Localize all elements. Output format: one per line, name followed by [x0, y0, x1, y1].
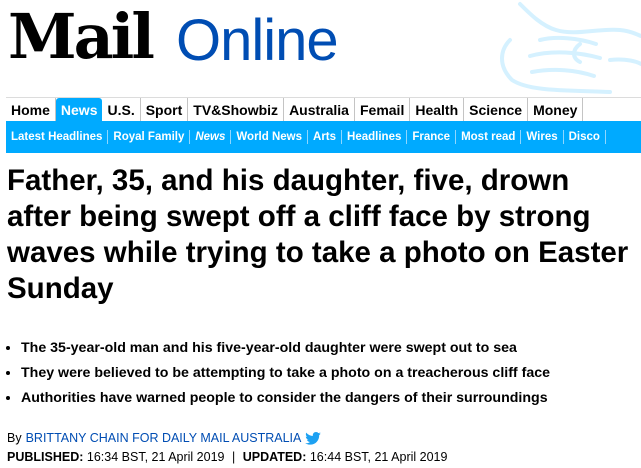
logo-online[interactable]: Online [176, 6, 339, 76]
article-summary-list: The 35-year-old man and his five-year-ol… [6, 335, 641, 410]
bullet-dot-icon [6, 370, 10, 375]
secondary-nav: Latest Headlines Royal Family News World… [6, 121, 641, 153]
nav-australia[interactable]: Australia [284, 98, 355, 122]
updated-label: UPDATED: [242, 450, 307, 464]
summary-bullet-text: The 35-year-old man and his five-year-ol… [21, 339, 517, 356]
summary-bullet: Authorities have warned people to consid… [6, 385, 641, 410]
subnav-headlines[interactable]: Headlines [342, 130, 408, 144]
summary-bullet: The 35-year-old man and his five-year-ol… [6, 335, 641, 360]
subnav-latest-headlines[interactable]: Latest Headlines [6, 130, 109, 144]
primary-nav: Home News U.S. Sport TV&Showbiz Australi… [6, 97, 641, 122]
date-separator: | [231, 450, 236, 464]
subnav-arts[interactable]: Arts [308, 130, 343, 144]
byline: By BRITTANY CHAIN FOR DAILY MAIL AUSTRAL… [7, 431, 322, 445]
updated-date: 16:44 BST, 21 April 2019 [309, 450, 448, 464]
nav-science[interactable]: Science [464, 98, 529, 122]
subnav-world-news[interactable]: World News [231, 130, 309, 144]
twitter-icon[interactable] [305, 431, 322, 445]
masthead: Mail Online [0, 0, 641, 96]
subnav-most-read[interactable]: Most read [456, 130, 522, 144]
nav-us[interactable]: U.S. [102, 98, 141, 122]
summary-bullet-text: Authorities have warned people to consid… [21, 389, 548, 406]
subnav-news[interactable]: News [190, 130, 232, 144]
published-label: PUBLISHED: [7, 450, 84, 464]
pointing-hand-icon [500, 2, 641, 94]
subnav-disco[interactable]: Disco [564, 130, 606, 144]
subnav-royal-family[interactable]: Royal Family [108, 130, 191, 144]
subnav-wires[interactable]: Wires [521, 130, 564, 144]
nav-tv-showbiz[interactable]: TV&Showbiz [188, 98, 285, 122]
nav-news[interactable]: News [55, 98, 103, 122]
subnav-france[interactable]: France [407, 130, 457, 144]
nav-money[interactable]: Money [528, 98, 584, 122]
nav-health[interactable]: Health [410, 98, 465, 122]
byline-prefix: By [7, 431, 22, 445]
published-date: 16:34 BST, 21 April 2019 [86, 450, 225, 464]
summary-bullet: They were believed to be attempting to t… [6, 360, 641, 385]
bullet-dot-icon [6, 395, 10, 400]
nav-femail[interactable]: Femail [355, 98, 411, 122]
logo-mail[interactable]: Mail [8, 0, 155, 74]
article-dates: PUBLISHED: 16:34 BST, 21 April 2019 | UP… [7, 450, 447, 464]
nav-sport[interactable]: Sport [141, 98, 189, 122]
bullet-dot-icon [6, 345, 10, 350]
author-link[interactable]: BRITTANY CHAIN FOR DAILY MAIL AUSTRALIA [26, 431, 302, 445]
article-headline: Father, 35, and his daughter, five, drow… [7, 164, 629, 305]
summary-bullet-text: They were believed to be attempting to t… [21, 364, 550, 381]
nav-home[interactable]: Home [6, 98, 56, 122]
